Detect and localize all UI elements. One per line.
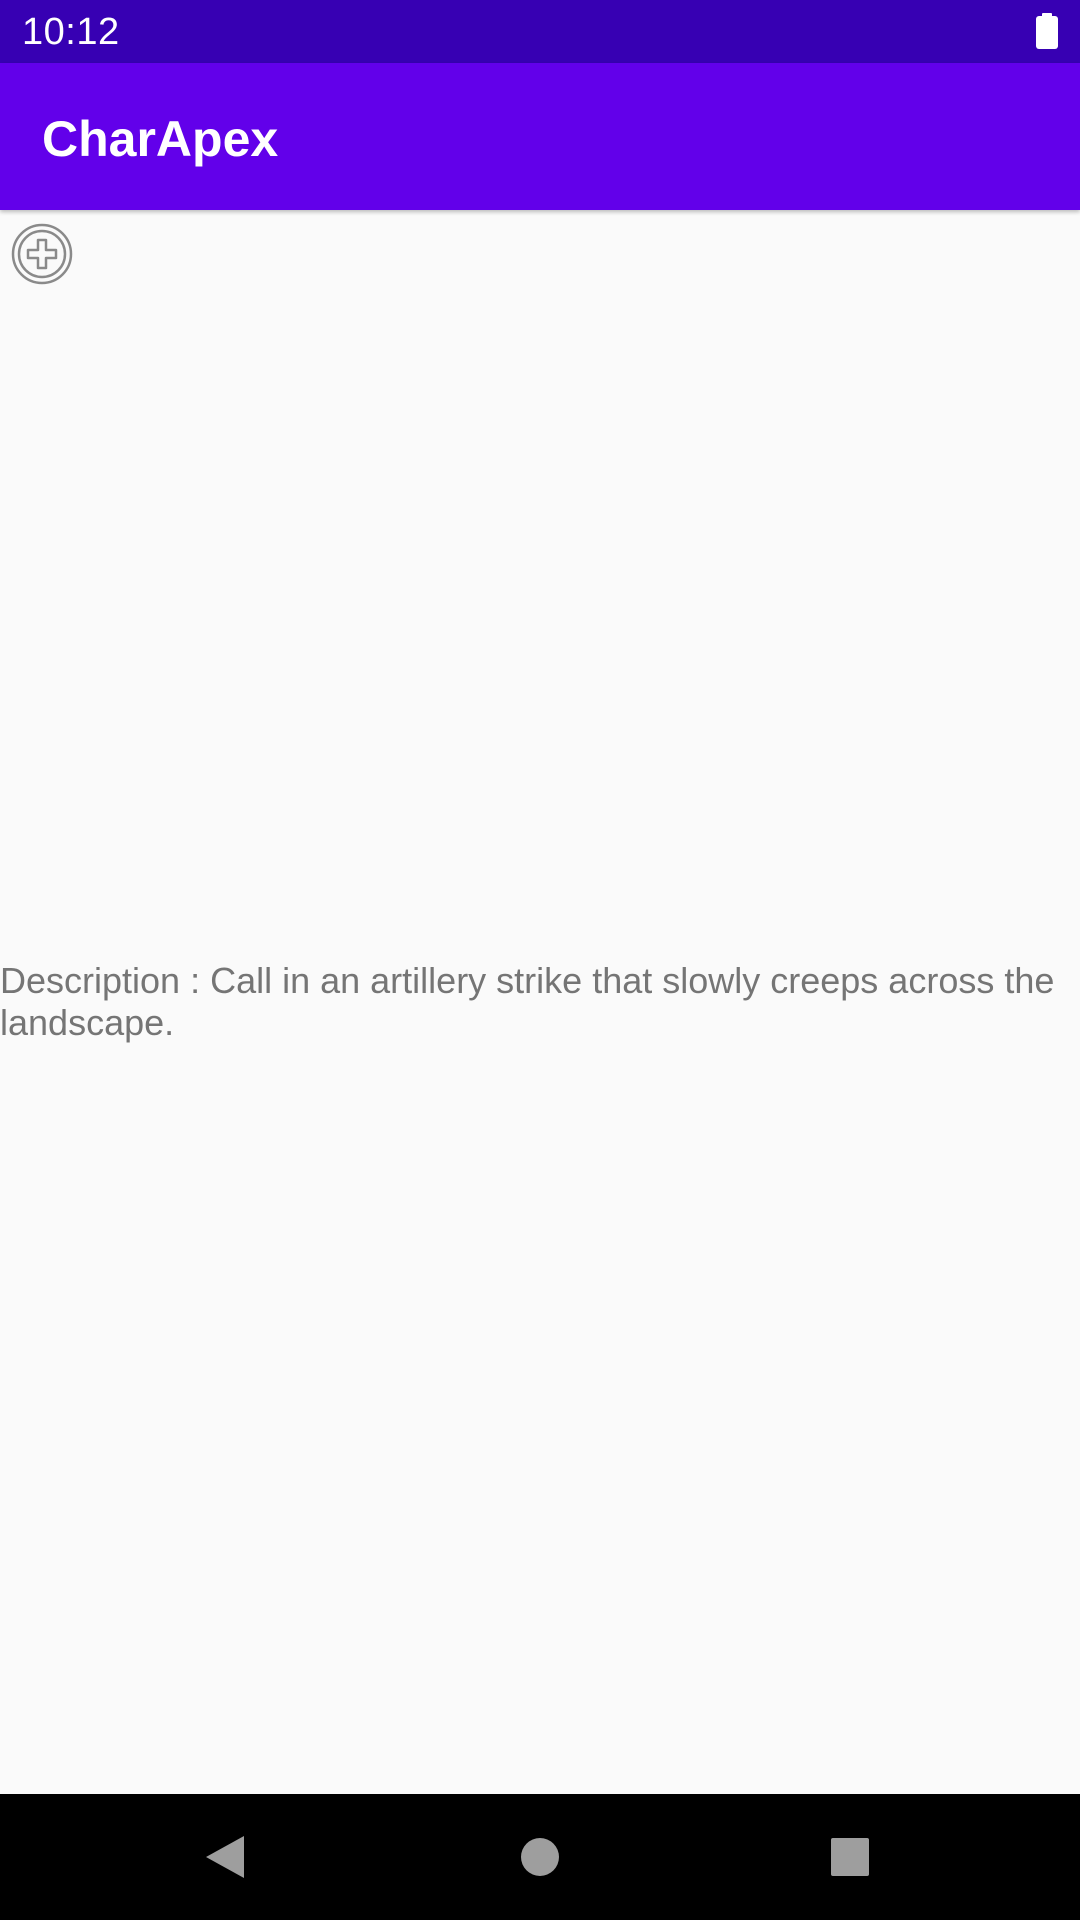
home-circle-icon — [521, 1838, 559, 1876]
app-title: CharApex — [42, 111, 279, 167]
recents-square-icon — [831, 1838, 869, 1876]
home-button[interactable] — [480, 1794, 600, 1920]
add-button[interactable] — [10, 222, 74, 286]
status-bar: 10:12 — [0, 0, 1080, 63]
back-button[interactable] — [166, 1794, 286, 1920]
recents-button[interactable] — [790, 1794, 910, 1920]
navigation-bar — [0, 1794, 1080, 1920]
add-circle-icon — [11, 223, 73, 285]
back-triangle-icon — [206, 1836, 244, 1878]
screen: 10:12 CharApex Description : Call in an … — [0, 0, 1080, 1920]
battery-full-icon — [1036, 13, 1058, 49]
status-time: 10:12 — [22, 11, 120, 53]
ability-description: Description : Call in an artillery strik… — [0, 960, 1055, 1043]
app-bar: CharApex — [0, 63, 1080, 210]
